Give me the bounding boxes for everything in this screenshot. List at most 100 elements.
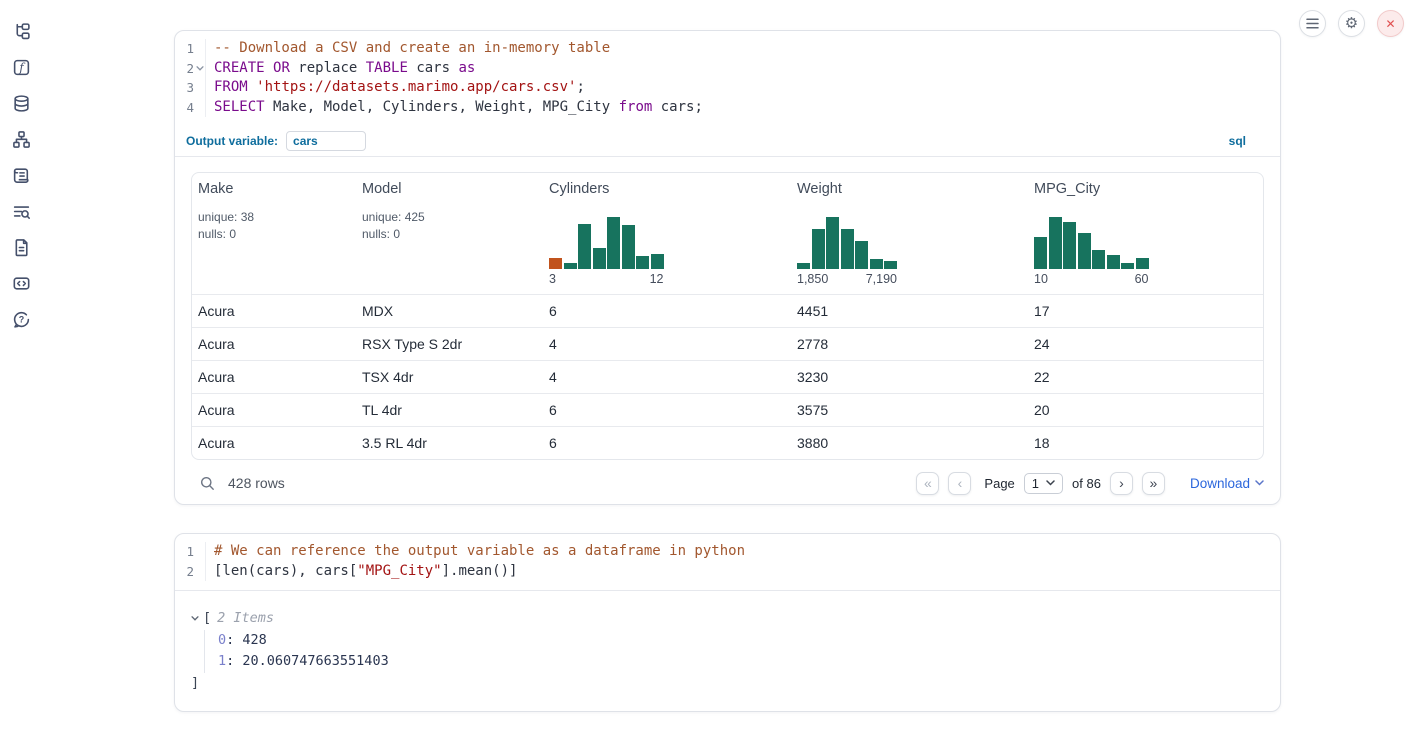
code-token [248,79,256,95]
column-header-cylinders: Cylinders312 [543,173,791,294]
sql-code-editor[interactable]: 1-- Download a CSV and create an in-memo… [175,31,1280,126]
help-icon[interactable]: ? [12,310,31,329]
table-cell: 3880 [791,435,1028,451]
fold-chevron-icon[interactable] [194,66,205,71]
last-page-button[interactable]: » [1142,472,1165,495]
notebook-menu-button[interactable] [1299,10,1326,37]
python-output-tree: [2 Items0: 4281: 20.060747663551403] [175,590,1280,694]
output-variable-input[interactable]: cars [286,131,366,151]
code-token: Make, Model, Cylinders, Weight, MPG_City [265,99,619,115]
line-gutter: 2 [175,59,206,79]
next-page-button[interactable]: › [1110,472,1133,495]
histogram-bar [1049,217,1062,269]
table-cell: 3230 [791,369,1028,385]
table-body: AcuraMDX6445117AcuraRSX Type S 2dr427782… [192,294,1263,459]
file-tree-icon[interactable] [12,22,31,41]
code-token: # We can reference the output variable a… [214,543,745,559]
documentation-icon[interactable] [12,238,31,257]
code-line: 3FROM 'https://datasets.marimo.app/cars.… [175,78,1280,98]
code-line: 2CREATE OR replace TABLE cars as [175,59,1280,79]
code-line: 1# We can reference the output variable … [175,542,1280,562]
code-token: from [619,99,653,115]
code-text: CREATE OR replace TABLE cars as [206,59,475,79]
chevron-down-icon [1046,480,1055,486]
histogram-bar [1136,258,1149,269]
prev-page-button[interactable]: ‹ [948,472,971,495]
histogram-bar [855,241,868,270]
snippets-icon[interactable] [12,274,31,293]
histogram-bar [1107,255,1120,270]
histogram-axis-labels: 1060 [1034,272,1149,286]
code-token: OR [273,60,290,76]
tree-entry-index: 0 [218,632,226,648]
column-title: Weight [797,181,1020,197]
histogram-bar [1121,263,1134,269]
gear-icon: ⚙ [1345,16,1358,31]
code-token: ].mean()] [442,563,518,579]
table-cell: 3.5 RL 4dr [356,435,543,451]
shutdown-button[interactable]: ✕ [1377,10,1404,37]
column-header-make: Makeunique: 38nulls: 0 [192,173,356,294]
table-row: Acura3.5 RL 4dr6388018 [192,426,1263,459]
tree-entry: 1: 20.060747663551403 [218,651,1264,673]
histogram-bar [826,217,839,269]
tree-collapse-icon[interactable] [191,616,199,621]
dependency-graph-icon[interactable] [12,130,31,149]
svg-text:f: f [18,61,26,75]
table-cell: Acura [192,435,356,451]
outline-search-icon[interactable] [12,202,31,221]
code-token: as [458,60,475,76]
code-token [265,60,273,76]
column-histogram: 1,8507,190 [797,217,897,286]
page-label: Page [984,476,1014,491]
page-select-value: 1 [1032,476,1039,491]
table-cell: RSX Type S 2dr [356,336,543,352]
column-stats: unique: 425nulls: 0 [362,209,535,242]
table-cell: Acura [192,336,356,352]
language-badge[interactable]: sql [1229,134,1246,148]
variables-icon[interactable]: f [12,58,31,77]
search-icon[interactable] [199,475,216,492]
datasources-icon[interactable] [12,94,31,113]
stat: unique: 425 [362,209,535,226]
histogram-bar [841,229,854,270]
code-line: 4SELECT Make, Model, Cylinders, Weight, … [175,98,1280,118]
column-histogram: 1060 [1034,217,1149,286]
code-text: [len(cars), cars["MPG_City"].mean()] [206,562,517,582]
histogram-axis-labels: 312 [549,272,664,286]
stat: nulls: 0 [362,226,535,243]
table-cell: 24 [1028,336,1263,352]
left-sidebar: f [12,22,31,329]
page-select[interactable]: 1 [1024,473,1063,494]
settings-button[interactable]: ⚙ [1338,10,1365,37]
histogram-min-label: 10 [1034,272,1048,286]
page-total: of 86 [1072,476,1101,491]
tree-open-bracket: [ [203,608,211,630]
table-cell: 6 [543,402,791,418]
table-cell: 6 [543,435,791,451]
histogram-bar [607,217,620,269]
tree-children: 0: 4281: 20.060747663551403 [204,630,1264,673]
code-line: 1-- Download a CSV and create an in-memo… [175,39,1280,59]
line-number: 1 [186,39,194,59]
code-token: replace [290,60,366,76]
svg-text:?: ? [19,315,24,325]
histogram-max-label: 7,190 [866,272,897,286]
first-page-button[interactable]: « [916,472,939,495]
table-cell: 6 [543,303,791,319]
histogram-bar [651,254,664,270]
histogram-max-label: 12 [650,272,664,286]
table-cell: 4 [543,369,791,385]
download-button[interactable]: Download [1190,476,1264,491]
logs-icon[interactable] [12,166,31,185]
histogram-bar [564,263,577,269]
line-gutter: 4 [175,98,206,118]
histogram-bar [812,229,825,270]
python-code-editor[interactable]: 1# We can reference the output variable … [175,534,1280,590]
topbar-actions: ⚙ ✕ [1299,10,1404,37]
line-number: 2 [186,562,194,582]
table-cell: Acura [192,402,356,418]
table-cell: 20 [1028,402,1263,418]
histogram-bar [1092,250,1105,270]
table-cell: Acura [192,369,356,385]
